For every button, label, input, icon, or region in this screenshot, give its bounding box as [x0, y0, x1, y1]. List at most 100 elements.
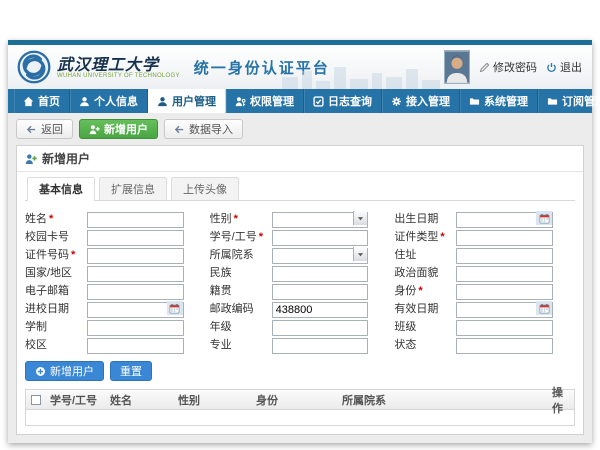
- entry-date-field: [87, 300, 184, 316]
- date-picker-button[interactable]: [536, 301, 552, 315]
- campus-card-no-input[interactable]: [87, 230, 184, 246]
- chevron-down-icon: [357, 251, 364, 258]
- gender-field: [272, 210, 369, 226]
- required-asterisk: *: [259, 231, 263, 243]
- tab-upload-avatar[interactable]: 上传头像: [171, 177, 239, 200]
- email-input[interactable]: [87, 284, 184, 300]
- country-region-input[interactable]: [87, 266, 184, 282]
- chevron-down-icon: [357, 215, 364, 222]
- form-field-gender: 性别*: [210, 210, 369, 226]
- change-password-link[interactable]: 修改密码: [479, 59, 537, 75]
- data-import-label: 数据导入: [189, 121, 233, 137]
- reset-button[interactable]: 重置: [110, 361, 152, 381]
- column-header-actions: 操作: [548, 384, 574, 416]
- name-input[interactable]: [87, 212, 184, 228]
- folder-icon: [469, 96, 480, 107]
- status-input[interactable]: [456, 338, 553, 354]
- address-input[interactable]: [456, 248, 553, 264]
- identity-input[interactable]: [456, 284, 553, 300]
- submit-add-user-label: 新增用户: [50, 363, 94, 379]
- name-field: [87, 210, 184, 226]
- header-right: 修改密码 退出: [444, 50, 592, 84]
- class-input[interactable]: [456, 320, 553, 336]
- dropdown-button[interactable]: [353, 247, 367, 261]
- dropdown-button[interactable]: [353, 211, 367, 225]
- form-field-campus: 校区: [25, 336, 184, 352]
- field-label: 校园卡号: [25, 228, 87, 244]
- status-field: [456, 336, 553, 352]
- users-table-header: 学号/工号姓名性别身份所属院系操作: [26, 390, 574, 410]
- field-label: 有效日期: [394, 300, 456, 316]
- nav-tab-access-management[interactable]: 接入管理: [382, 89, 460, 113]
- schooling-length-input[interactable]: [87, 320, 184, 336]
- tab-extended-info[interactable]: 扩展信息: [99, 177, 167, 200]
- form-field-department: 所属院系: [210, 246, 369, 262]
- id-type-input[interactable]: [456, 230, 553, 246]
- form-field-major: 专业: [210, 336, 369, 352]
- nav-tab-user-management[interactable]: 用户管理: [148, 89, 226, 113]
- reset-button-label: 重置: [120, 363, 142, 379]
- major-input[interactable]: [272, 338, 369, 354]
- campus-field: [87, 336, 184, 352]
- id-type-field: [456, 228, 553, 244]
- grade-input[interactable]: [272, 320, 369, 336]
- data-import-button[interactable]: 数据导入: [164, 119, 243, 139]
- campus-input[interactable]: [87, 338, 184, 354]
- nav-tab-subscription-management[interactable]: 订阅管理: [538, 89, 600, 113]
- nav-tab-permission-management[interactable]: 权限管理: [226, 89, 304, 113]
- postal-code-input[interactable]: [272, 302, 369, 318]
- select-all-cell: [26, 395, 46, 405]
- campus-card-no-field: [87, 228, 184, 244]
- political-status-input[interactable]: [456, 266, 553, 282]
- field-label: 年级: [210, 318, 272, 334]
- toolbar: 返回 新增用户 数据导入: [16, 119, 584, 139]
- change-password-label: 修改密码: [493, 59, 537, 75]
- schooling-length-field: [87, 318, 184, 334]
- nav-tab-personal-info[interactable]: 个人信息: [70, 89, 148, 113]
- field-label: 出生日期: [394, 210, 456, 226]
- form-tabs: 基本信息扩展信息上传头像: [25, 177, 575, 201]
- field-label: 进校日期: [25, 300, 87, 316]
- university-names: 武汉理工大学 WUHAN UNIVERSITY OF TECHNOLOGY: [57, 56, 180, 79]
- nav-tab-system-management[interactable]: 系统管理: [460, 89, 538, 113]
- nav-tab-label: 个人信息: [94, 93, 138, 109]
- form-field-native-place: 籍贯: [210, 282, 369, 298]
- column-header-department: 所属院系: [338, 392, 548, 408]
- nav-tab-label: 权限管理: [250, 93, 294, 109]
- id-number-field: [87, 246, 184, 262]
- native-place-input[interactable]: [272, 284, 369, 300]
- date-picker-button[interactable]: [536, 211, 552, 225]
- student-id-input[interactable]: [272, 230, 369, 246]
- add-user-toolbar-button[interactable]: 新增用户: [79, 119, 158, 139]
- submit-add-user-button[interactable]: 新增用户: [25, 361, 104, 381]
- tab-basic-info[interactable]: 基本信息: [27, 177, 95, 201]
- field-label: 姓名*: [25, 210, 87, 226]
- select-all-checkbox[interactable]: [31, 395, 41, 405]
- native-place-field: [272, 282, 369, 298]
- field-label: 证件类型*: [394, 228, 456, 244]
- logout-link[interactable]: 退出: [546, 59, 582, 75]
- nav-tab-label: 系统管理: [484, 93, 528, 109]
- form-field-name: 姓名*: [25, 210, 184, 226]
- ethnicity-input[interactable]: [272, 266, 369, 282]
- nav-tab-home[interactable]: 首页: [14, 89, 70, 113]
- user-key-icon: [235, 96, 246, 107]
- content-area: 返回 新增用户 数据导入 新增用户 基本信息: [8, 113, 592, 443]
- form-field-entry-date: 进校日期: [25, 300, 184, 316]
- university-name-en: WUHAN UNIVERSITY OF TECHNOLOGY: [57, 73, 180, 79]
- field-label: 电子邮箱: [25, 282, 87, 298]
- header: 武汉理工大学 WUHAN UNIVERSITY OF TECHNOLOGY 统一…: [8, 45, 592, 89]
- back-arrow-icon: [26, 124, 37, 135]
- date-picker-button[interactable]: [167, 301, 183, 315]
- required-asterisk: *: [71, 249, 75, 261]
- back-button[interactable]: 返回: [16, 119, 73, 139]
- field-label: 身份*: [394, 282, 456, 298]
- form-field-id-type: 证件类型*: [394, 228, 553, 244]
- form-field-class: 班级: [394, 318, 553, 334]
- id-number-input[interactable]: [87, 248, 184, 264]
- nav-tab-log-query[interactable]: 日志查询: [304, 89, 382, 113]
- university-name-cn: 武汉理工大学: [57, 56, 180, 73]
- email-field: [87, 282, 184, 298]
- field-label: 国家/地区: [25, 264, 87, 280]
- field-label: 状态: [394, 336, 456, 352]
